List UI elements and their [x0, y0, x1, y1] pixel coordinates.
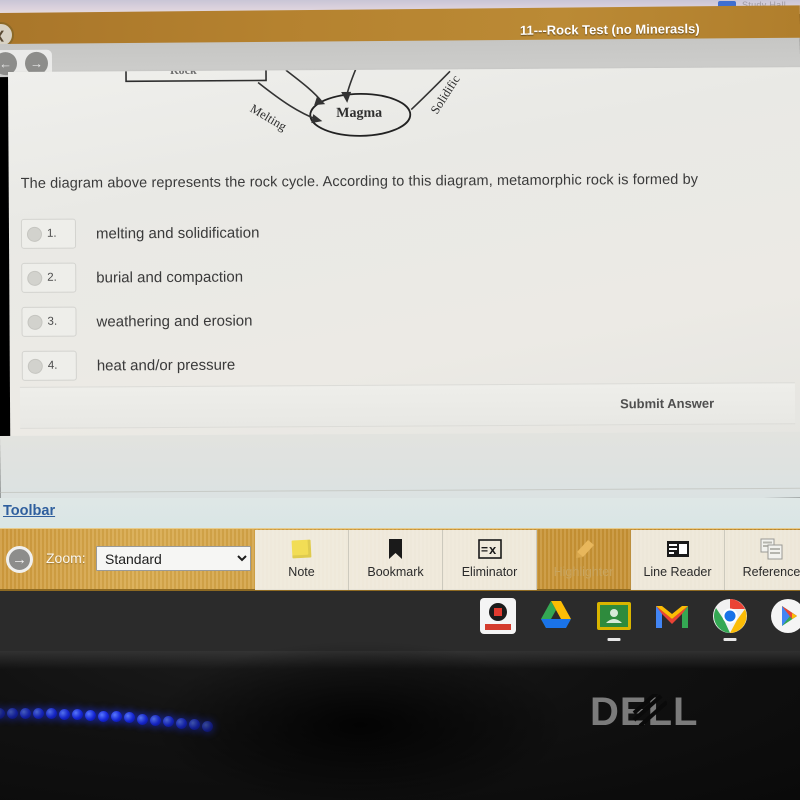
chrome-icon[interactable] — [712, 598, 748, 641]
reference-icon — [760, 536, 784, 562]
toolbar-item-note[interactable]: Note — [255, 530, 349, 590]
google-drive-icon[interactable] — [538, 598, 574, 634]
sticky-note-icon — [291, 536, 312, 562]
toolbar-item-highlighter[interactable]: Highlighter — [537, 530, 631, 590]
submit-bar: Submit Answer — [19, 382, 796, 429]
answer-option-4-choice[interactable]: 4. — [21, 350, 77, 381]
page-title: 11---Rock Test (no Minerasls) — [519, 21, 700, 38]
answer-option-1-label: melting and solidification — [95, 223, 260, 242]
led-dot — [0, 708, 5, 719]
led-dot — [189, 719, 200, 731]
led-dot — [20, 708, 31, 720]
toolbar-item-note-label: Note — [288, 565, 315, 579]
answer-option-3[interactable]: 3. weathering and erosion — [21, 297, 521, 344]
toolbar-item-reference-label: Reference — [742, 565, 800, 579]
toolbar-item-eliminator-label: Eliminator — [461, 565, 518, 579]
led-dot — [163, 716, 174, 728]
answer-option-3-number: 3. — [47, 315, 58, 328]
radio-icon[interactable] — [27, 358, 43, 374]
led-dot — [202, 721, 213, 732]
dell-brand-logo: DELL — [590, 690, 699, 734]
google-classroom-icon[interactable] — [596, 598, 632, 641]
radio-icon[interactable] — [26, 226, 43, 242]
rock-cycle-diagram: Magma Melting Solidific Rock — [108, 69, 488, 141]
question-page: Magma Melting Solidific Rock The diagram… — [8, 67, 800, 442]
led-dot — [137, 713, 148, 725]
answer-option-1[interactable]: 1. melting and solidification — [20, 209, 521, 256]
led-dot — [111, 711, 122, 723]
led-dot — [59, 708, 70, 720]
toolbar-link-row — [0, 498, 800, 528]
radio-icon[interactable] — [27, 314, 43, 330]
answer-option-4-label: heat and/or pressure — [96, 356, 236, 374]
eliminator-icon: = x — [477, 536, 502, 562]
led-dot — [7, 708, 18, 720]
line-reader-icon — [666, 536, 690, 562]
toolbar-item-eliminator[interactable]: = x Eliminator — [443, 530, 537, 590]
question-stem: The diagram above represents the rock cy… — [20, 171, 699, 192]
play-store-icon[interactable] — [770, 598, 800, 634]
toolbar-item-highlighter-label: Highlighter — [553, 565, 614, 579]
diagram-label-rock-box: Rock — [169, 69, 197, 78]
zoom-label: Zoom: — [46, 550, 86, 566]
led-dot — [150, 714, 161, 726]
diagram-label-magma: Magma — [336, 105, 383, 121]
led-dot — [85, 709, 96, 721]
answer-option-1-number: 1. — [46, 227, 57, 240]
led-dot — [72, 709, 83, 721]
answer-option-4[interactable]: 4. heat and/or pressure — [21, 341, 522, 388]
toolbar-item-line-reader-label: Line Reader — [643, 565, 712, 579]
answer-option-1-choice[interactable]: 1. — [20, 218, 77, 249]
answer-option-4-number: 4. — [47, 359, 58, 372]
screenshot-root: Study Hall ❮ 11---Rock Test (no Minerasl… — [0, 0, 800, 800]
bookmark-icon — [388, 536, 403, 562]
radio-icon[interactable] — [27, 270, 43, 286]
highlighter-icon — [572, 536, 596, 562]
education-app-icon[interactable] — [480, 598, 516, 634]
running-indicator-dot — [607, 638, 621, 641]
page-lower-blank-area — [0, 431, 800, 502]
led-dot — [124, 712, 135, 724]
answer-option-3-choice[interactable]: 3. — [21, 306, 77, 337]
desktop-dock — [480, 598, 800, 641]
svg-text:=: = — [481, 543, 488, 557]
toolbar-link[interactable]: Toolbar — [3, 503, 55, 519]
answer-options-list: 1. melting and solidification 2. burial … — [20, 209, 522, 388]
toolbar-item-bookmark[interactable]: Bookmark — [349, 530, 443, 590]
answer-option-2[interactable]: 2. burial and compaction — [21, 253, 521, 300]
answer-option-2-number: 2. — [47, 271, 57, 284]
toolbar-arrow-right-icon[interactable]: → — [6, 546, 33, 573]
toolbar-item-bookmark-label: Bookmark — [367, 565, 424, 579]
answer-option-3-label: weathering and erosion — [96, 312, 253, 330]
toolbar-items: Note Bookmark = x Eliminator Highlighter… — [255, 530, 800, 590]
led-dot — [98, 710, 109, 722]
laptop-led-strip — [0, 695, 215, 732]
svg-text:x: x — [489, 542, 497, 557]
led-dot — [33, 708, 44, 720]
answer-option-2-choice[interactable]: 2. — [21, 262, 77, 293]
toolbar-item-reference[interactable]: Reference — [725, 530, 800, 590]
running-indicator-dot — [723, 638, 737, 641]
zoom-select[interactable]: Standard — [96, 546, 251, 571]
toolbar-item-line-reader[interactable]: Line Reader — [631, 530, 725, 590]
answer-option-2-label: burial and compaction — [96, 268, 244, 286]
led-dot — [176, 717, 187, 729]
gmail-icon[interactable] — [654, 598, 690, 634]
submit-answer-button[interactable]: Submit Answer — [620, 396, 714, 412]
led-dot — [46, 708, 57, 720]
